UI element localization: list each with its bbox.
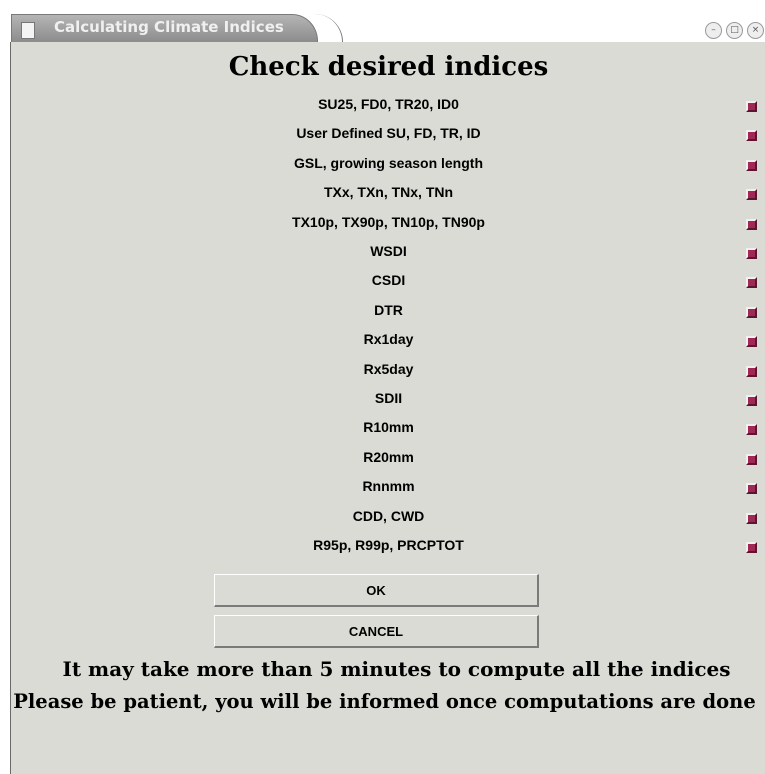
- index-label: CSDI: [371, 272, 406, 289]
- index-checkbox[interactable]: [746, 365, 757, 377]
- index-row: DTR: [11, 300, 765, 322]
- index-label: CDD, CWD: [352, 507, 425, 524]
- index-checkbox[interactable]: [746, 395, 757, 406]
- index-label: SDII: [374, 390, 403, 406]
- info-message-2: Please be patient, you will be informed …: [13, 690, 756, 713]
- maximize-icon[interactable]: □: [726, 22, 743, 39]
- document-icon: [21, 22, 35, 39]
- index-checkbox[interactable]: [746, 277, 757, 289]
- index-label: WSDI: [370, 243, 407, 259]
- index-label: TXx, TXn, TNx, TNn: [323, 184, 454, 201]
- index-row: R10mm: [11, 417, 765, 439]
- index-row: SU25, FD0, TR20, ID0: [11, 94, 765, 116]
- index-row: CSDI: [11, 270, 765, 292]
- index-checkbox[interactable]: [746, 542, 757, 553]
- close-icon[interactable]: ×: [747, 22, 764, 39]
- index-label: TX10p, TX90p, TN10p, TN90p: [292, 213, 485, 230]
- index-checkbox[interactable]: [746, 483, 757, 495]
- index-label: R95p, R99p, PRCPTOT: [313, 537, 464, 553]
- index-label: Rnnmm: [362, 478, 415, 495]
- index-row: Rx5day: [11, 359, 765, 381]
- index-label: DTR: [374, 301, 403, 318]
- index-label: SU25, FD0, TR20, ID0: [318, 96, 459, 112]
- index-row: SDII: [11, 388, 765, 410]
- index-checkbox[interactable]: [746, 101, 757, 112]
- index-row: Rx1day: [11, 329, 765, 351]
- index-row: TXx, TXn, TNx, TNn: [11, 182, 765, 204]
- index-row: R95p, R99p, PRCPTOT: [11, 535, 765, 557]
- index-checkbox[interactable]: [746, 424, 757, 436]
- index-checkbox[interactable]: [746, 218, 757, 230]
- index-checkbox[interactable]: [746, 159, 757, 171]
- index-row: GSL, growing season length: [11, 153, 765, 175]
- index-label: Rx5day: [363, 360, 414, 377]
- index-checkbox[interactable]: [746, 306, 757, 318]
- index-checkbox[interactable]: [746, 336, 757, 348]
- index-checkbox[interactable]: [746, 189, 757, 201]
- index-label: R10mm: [363, 419, 414, 436]
- index-row: R20mm: [11, 447, 765, 469]
- title-bar: Calculating Climate Indices – □ ×: [0, 0, 765, 42]
- index-label: GSL, growing season length: [293, 154, 483, 171]
- index-checkbox[interactable]: [746, 453, 757, 465]
- minimize-icon[interactable]: –: [705, 22, 722, 39]
- ok-button[interactable]: OK: [214, 574, 539, 607]
- index-row: WSDI: [11, 241, 765, 263]
- index-label: Rx1day: [363, 331, 414, 348]
- page-title: Check desired indices: [228, 52, 549, 82]
- window-title: Calculating Climate Indices: [54, 18, 284, 36]
- index-checkbox[interactable]: [746, 512, 757, 524]
- info-message-1: It may take more than 5 minutes to compu…: [62, 657, 731, 681]
- index-checkbox[interactable]: [746, 130, 757, 142]
- index-row: User Defined SU, FD, TR, ID: [11, 123, 765, 145]
- index-row: Rnnmm: [11, 476, 765, 498]
- index-label: User Defined SU, FD, TR, ID: [296, 125, 481, 142]
- index-row: TX10p, TX90p, TN10p, TN90p: [11, 212, 765, 234]
- cancel-button[interactable]: CANCEL: [214, 615, 539, 648]
- index-checkbox[interactable]: [746, 248, 757, 259]
- dialog-body: Check desired indices SU25, FD0, TR20, I…: [10, 42, 765, 774]
- index-row: CDD, CWD: [11, 506, 765, 528]
- index-label: R20mm: [363, 448, 414, 465]
